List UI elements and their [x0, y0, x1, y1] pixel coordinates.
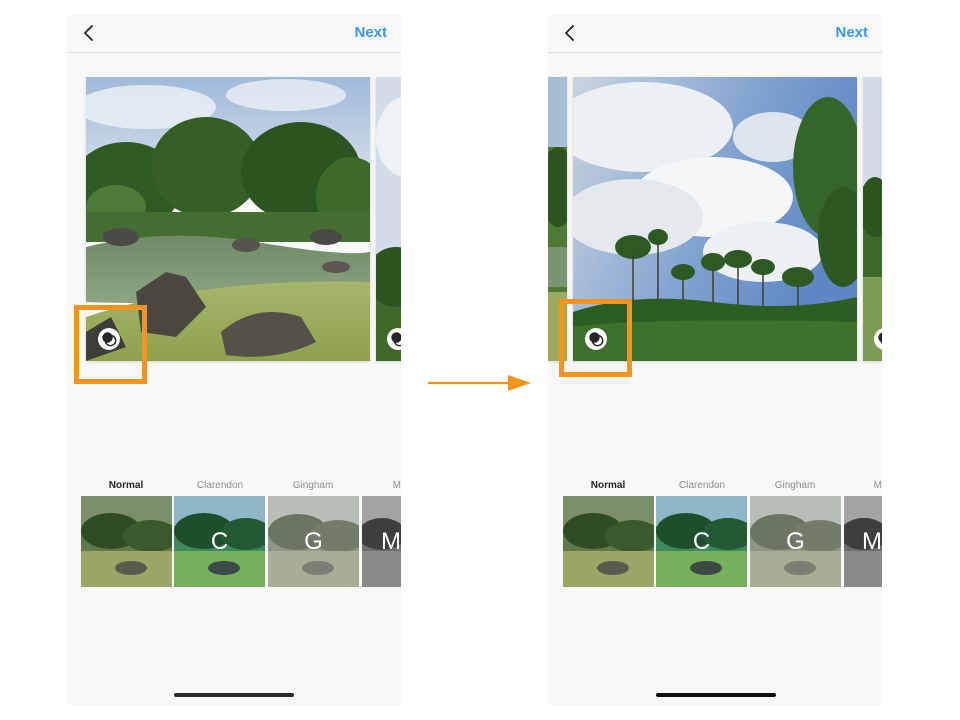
filter-thumb-next[interactable]: M [362, 496, 401, 587]
filter-thumb-normal[interactable] [563, 496, 654, 587]
filter-thumb-letter: C [692, 527, 711, 555]
filter-thumb-clarendon[interactable]: C [174, 496, 265, 587]
top-bar: Next [548, 15, 882, 53]
filter-label-clarendon: Clarendon [678, 480, 726, 491]
home-indicator [174, 693, 294, 697]
filter-thumb-next[interactable]: M [844, 496, 882, 587]
carousel-photo-next[interactable] [376, 77, 401, 361]
top-bar: Next [67, 15, 401, 53]
carousel-photo-next[interactable] [863, 77, 882, 361]
filter-label-gingham: Gingham [292, 480, 334, 491]
filter-thumb-letter: G [786, 527, 805, 555]
filter-thumb-letter: M [381, 527, 401, 555]
home-indicator [656, 693, 776, 697]
filter-label-normal: Normal [108, 480, 144, 491]
back-chevron-icon[interactable] [81, 23, 97, 43]
filter-thumb-letter: G [304, 527, 323, 555]
multi-select-icon [878, 332, 882, 345]
highlight-box-right [559, 299, 632, 377]
filter-label-next: M [392, 480, 401, 491]
filter-thumb-gingham[interactable]: G [750, 496, 841, 587]
multi-select-button-next[interactable] [387, 328, 401, 350]
filter-thumb-letter: C [210, 527, 229, 555]
multi-select-button-next[interactable] [874, 328, 882, 350]
filter-label-normal: Normal [590, 480, 626, 491]
next-button[interactable]: Next [354, 24, 387, 41]
multi-select-icon [391, 332, 401, 347]
filter-label-gingham: Gingham [774, 480, 816, 491]
filter-label-clarendon: Clarendon [196, 480, 244, 491]
filter-thumb-clarendon[interactable]: C [656, 496, 747, 587]
highlight-box-left [74, 305, 147, 384]
filter-thumb-normal[interactable] [81, 496, 172, 587]
filter-thumb-gingham[interactable]: G [268, 496, 359, 587]
filter-thumb-letter: M [862, 527, 882, 555]
right-arrow-icon [428, 375, 531, 391]
next-button[interactable]: Next [835, 24, 868, 41]
back-chevron-icon[interactable] [562, 23, 578, 43]
filter-label-next: M [873, 480, 882, 491]
